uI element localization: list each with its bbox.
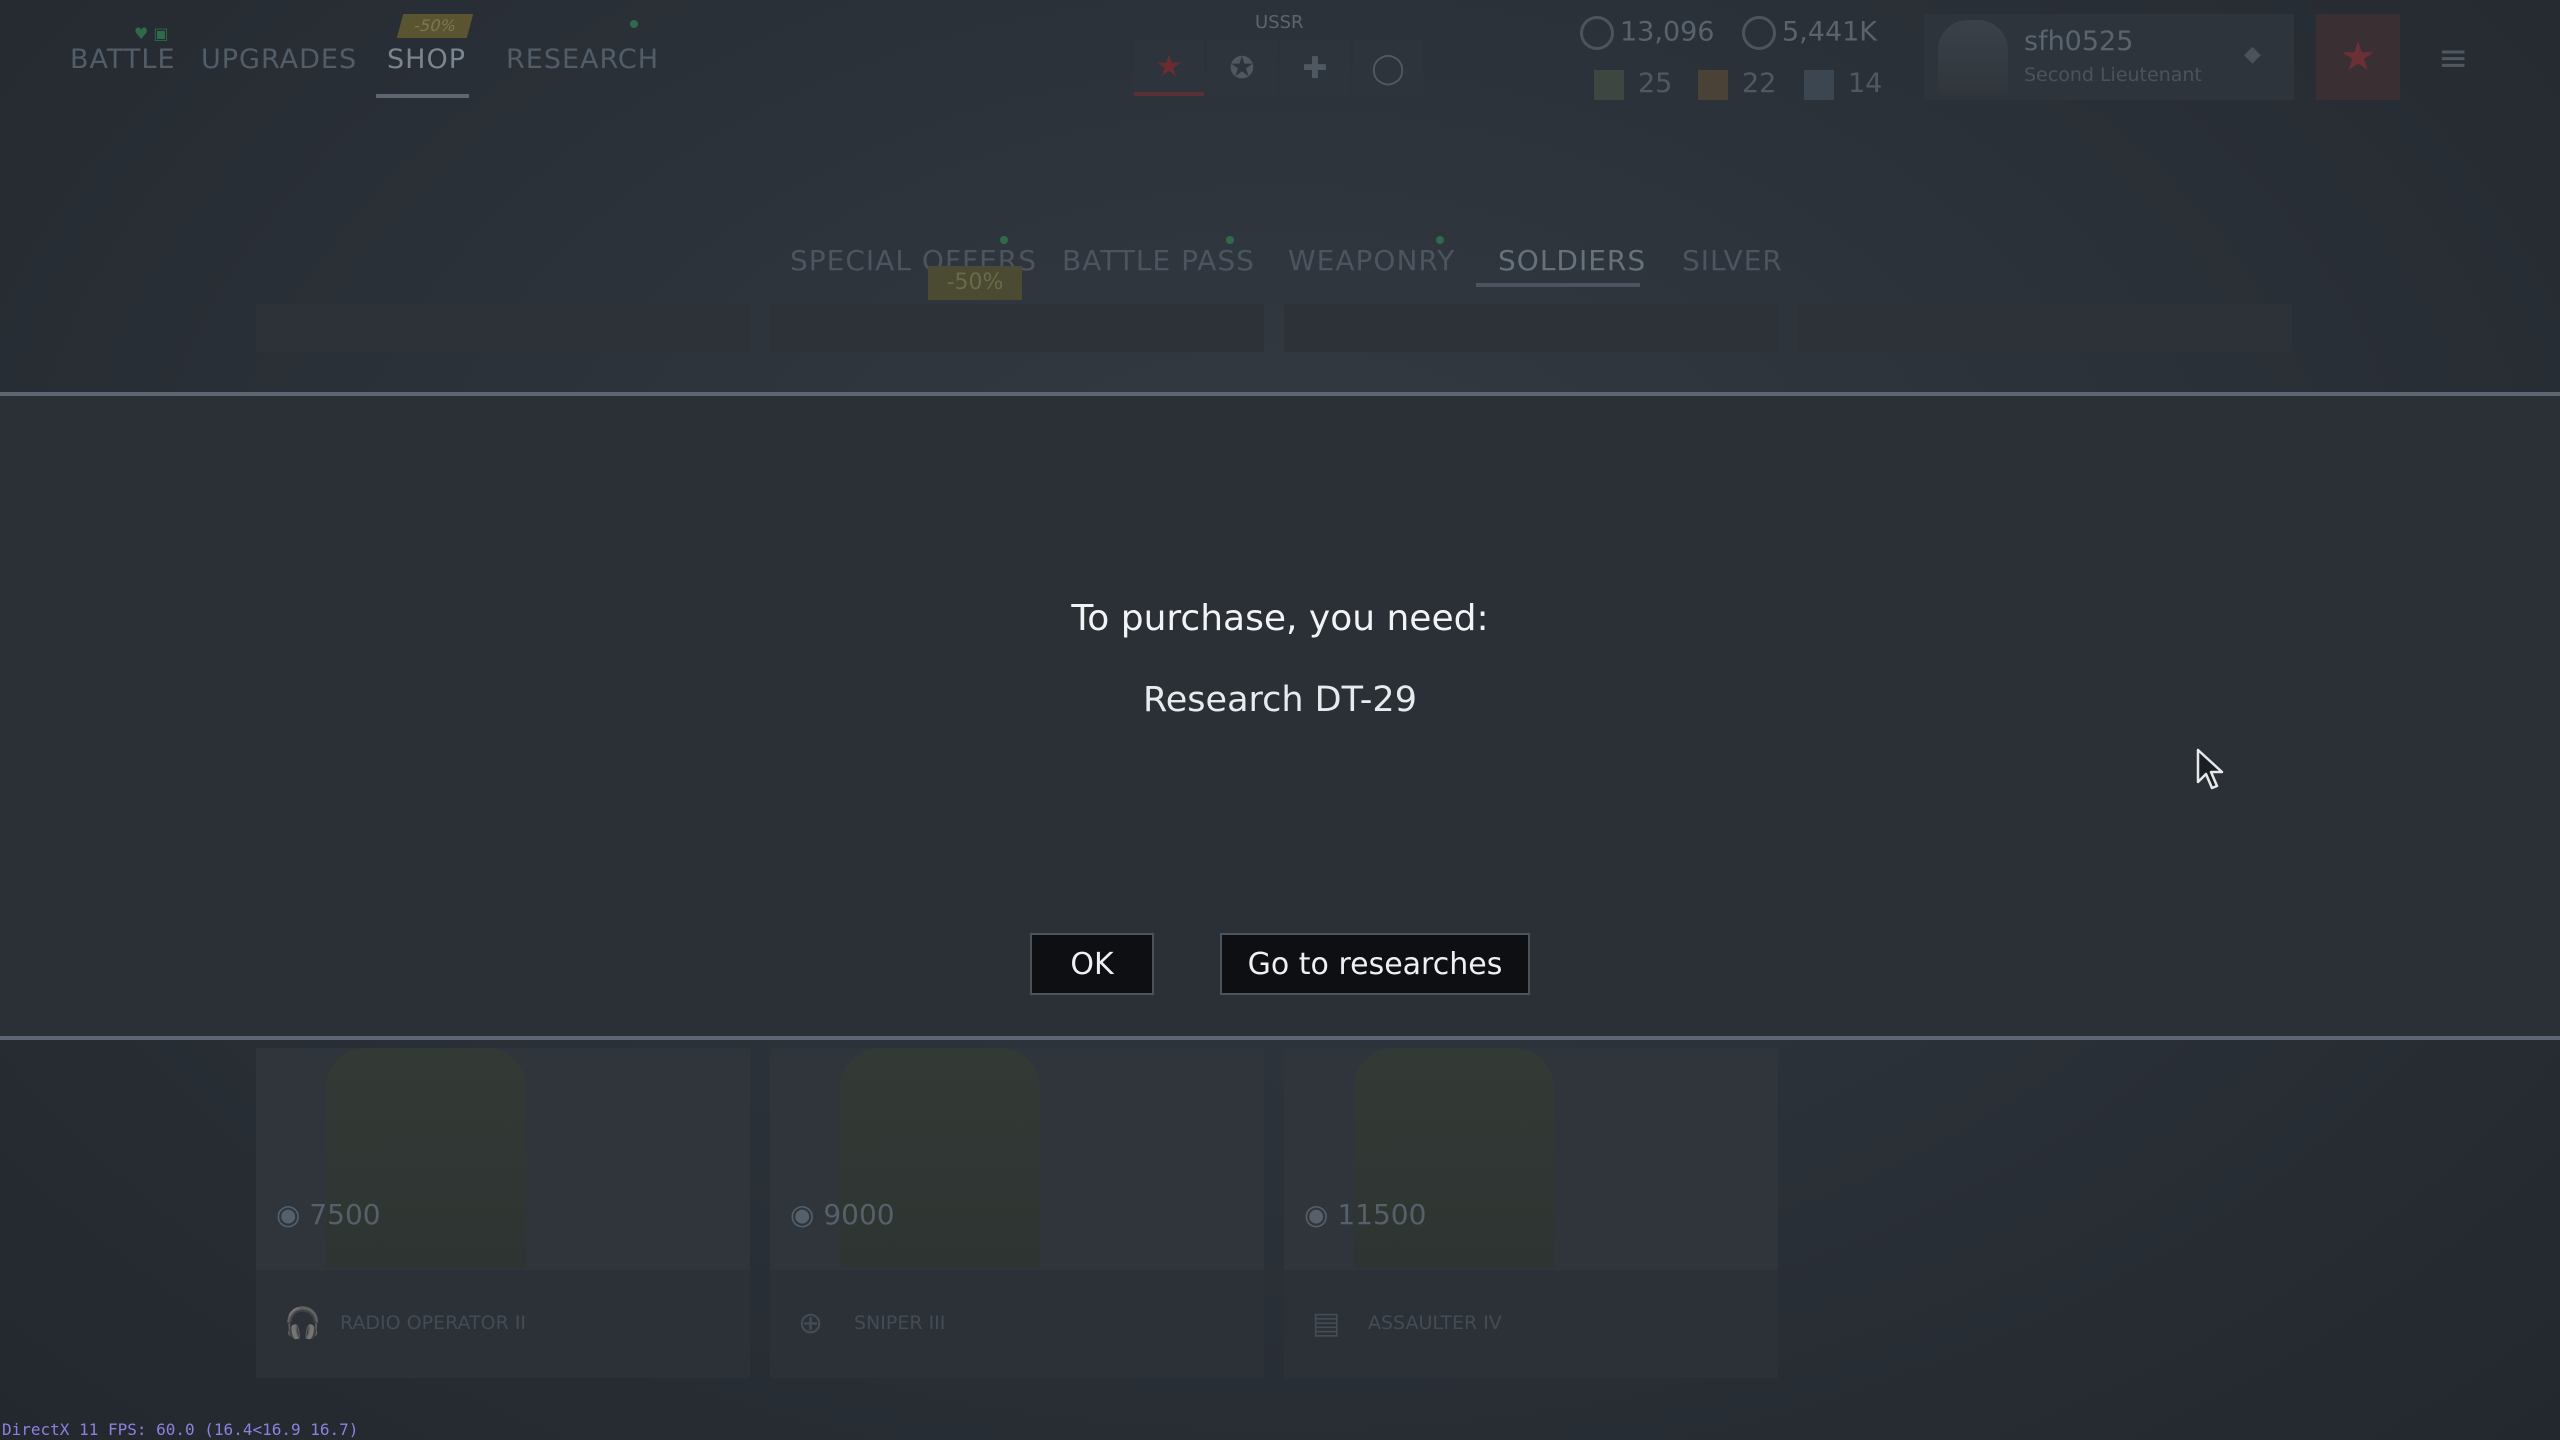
soldier-figure xyxy=(326,1048,526,1268)
soldier-figure xyxy=(840,1048,1040,1268)
nav-battle[interactable]: BATTLE xyxy=(70,44,176,75)
gold-currency[interactable]: 13,096 xyxy=(1580,16,1714,50)
battle-pass-dot xyxy=(1226,236,1234,244)
resource-1-icon xyxy=(1594,69,1624,100)
tab-silver[interactable]: SILVER xyxy=(1682,244,1783,277)
resource-3: 14 xyxy=(1804,68,1882,100)
ok-button[interactable]: OK xyxy=(1030,933,1154,995)
nav-shop[interactable]: SHOP xyxy=(387,44,466,75)
tab-weaponry[interactable]: WEAPONRY xyxy=(1288,244,1455,277)
resource-3-icon xyxy=(1804,69,1834,100)
silver-coin-icon: ◉ xyxy=(1304,1198,1338,1231)
research-notification-dot xyxy=(630,20,638,28)
mouse-cursor-icon xyxy=(2196,748,2224,790)
upper-card-2[interactable] xyxy=(770,304,1264,352)
soldier-price-value: 11500 xyxy=(1337,1198,1427,1231)
circle-icon: ◯ xyxy=(1371,50,1405,86)
nation-star-button[interactable]: ★ xyxy=(1134,40,1204,96)
fps-counter: DirectX 11 FPS: 60.0 (16.4<16.9 16.7) xyxy=(2,1420,359,1439)
soldier-price-value: 7500 xyxy=(309,1198,381,1231)
resource-2-count: 22 xyxy=(1742,68,1777,99)
weaponry-dot xyxy=(1436,236,1444,244)
soldier-card-3[interactable]: ◉ 11500 ▤ ASSAULTER IV xyxy=(1284,1048,1778,1378)
menu-button[interactable]: ≡ xyxy=(2438,38,2468,79)
dialog-requirement: Research DT-29 xyxy=(1143,680,1417,720)
go-to-researches-button[interactable]: Go to researches xyxy=(1220,933,1530,995)
nation-cross-button[interactable]: ✚ xyxy=(1280,40,1350,96)
nation-label: USSR xyxy=(1255,12,1304,33)
silver-coin-icon xyxy=(1742,16,1776,50)
upper-card-3[interactable] xyxy=(1284,304,1778,352)
soldier-price-value: 9000 xyxy=(823,1198,895,1231)
tab-battle-pass[interactable]: BATTLE PASS xyxy=(1062,244,1255,277)
hamburger-icon: ≡ xyxy=(2438,38,2469,79)
soldier-class-label: SNIPER III xyxy=(854,1312,946,1334)
special-offers-dot xyxy=(1000,236,1008,244)
battle-badge-icons: ♥ ▣ xyxy=(134,24,169,43)
nav-active-indicator xyxy=(376,94,469,98)
resource-2-icon xyxy=(1698,69,1728,100)
tab-soldiers[interactable]: SOLDIERS xyxy=(1498,244,1646,277)
nation-circle-button[interactable]: ◯ xyxy=(1353,40,1423,96)
avatar xyxy=(1938,20,2008,94)
headphones-icon: 🎧 xyxy=(284,1306,322,1341)
silver-coin-icon: ◉ xyxy=(276,1198,310,1231)
soldier-card-2[interactable]: ◉ 9000 ⊕ SNIPER III xyxy=(770,1048,1264,1378)
cog-icon: ✪ xyxy=(1229,50,1255,86)
crosshair-icon: ⊕ xyxy=(798,1306,824,1341)
special-offers-sale-tag: -50% xyxy=(928,266,1022,300)
nav-upgrades[interactable]: UPGRADES xyxy=(201,44,357,75)
screen: ♥ ▣ BATTLE UPGRADES -50% SHOP RESEARCH U… xyxy=(0,0,2560,1440)
resource-1-count: 25 xyxy=(1638,68,1673,99)
nation-flag-button[interactable]: ★ xyxy=(2316,14,2400,100)
profile-panel[interactable]: sfh0525 Second Lieutenant ◆ xyxy=(1924,14,2294,100)
upper-card-4[interactable] xyxy=(1798,304,2292,352)
tab-active-indicator xyxy=(1476,283,1640,287)
resource-1: 25 xyxy=(1594,68,1672,100)
top-nav: ♥ ▣ BATTLE UPGRADES -50% SHOP RESEARCH U… xyxy=(0,0,2560,110)
soldier-class-label: ASSAULTER IV xyxy=(1368,1312,1502,1334)
resource-2: 22 xyxy=(1698,68,1776,100)
soldier-card-footer: ▤ ASSAULTER IV xyxy=(1284,1270,1778,1378)
soldier-class-label: RADIO OPERATOR II xyxy=(340,1312,527,1334)
nation-cog-button[interactable]: ✪ xyxy=(1207,40,1277,96)
shop-sale-badge: -50% xyxy=(396,14,474,38)
star-icon: ★ xyxy=(1155,48,1183,84)
gold-amount: 13,096 xyxy=(1620,16,1715,48)
silver-amount: 5,441K xyxy=(1782,16,1878,48)
soldier-price: ◉ 11500 xyxy=(1304,1198,1426,1231)
soldier-card-footer: ⊕ SNIPER III xyxy=(770,1270,1264,1378)
player-name: sfh0525 xyxy=(2024,26,2134,57)
dialog-title: To purchase, you need: xyxy=(1071,598,1489,639)
rank-diamond-icon: ◆ xyxy=(2244,42,2261,67)
upper-card-1[interactable] xyxy=(256,304,750,352)
soldier-card-footer: 🎧 RADIO OPERATOR II xyxy=(256,1270,750,1378)
cross-icon: ✚ xyxy=(1302,50,1328,86)
resource-3-count: 14 xyxy=(1848,68,1883,99)
soldier-price: ◉ 7500 xyxy=(276,1198,381,1231)
silver-coin-icon: ◉ xyxy=(790,1198,824,1231)
soldier-price: ◉ 9000 xyxy=(790,1198,895,1231)
silver-currency[interactable]: 5,441K xyxy=(1742,16,1877,50)
flag-star-icon: ★ xyxy=(2340,34,2376,80)
assault-icon: ▤ xyxy=(1312,1306,1341,1341)
gold-coin-icon xyxy=(1580,16,1614,50)
player-rank: Second Lieutenant xyxy=(2024,64,2202,86)
soldier-card-1[interactable]: ◉ 7500 🎧 RADIO OPERATOR II xyxy=(256,1048,750,1378)
soldier-figure xyxy=(1354,1048,1554,1268)
nav-research[interactable]: RESEARCH xyxy=(506,44,659,75)
